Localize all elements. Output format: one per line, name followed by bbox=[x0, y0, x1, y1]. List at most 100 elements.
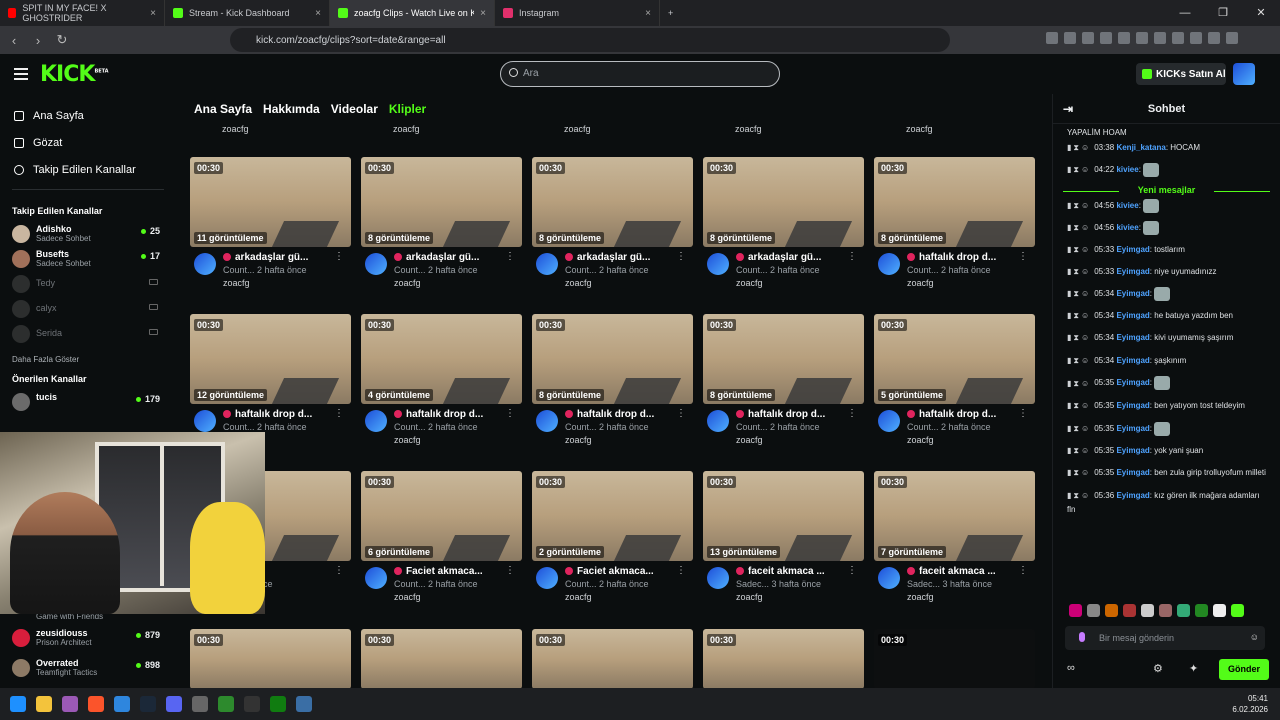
chat-username[interactable]: Eyimgad bbox=[1116, 424, 1149, 433]
show-more-link[interactable]: Daha Fazla Göster bbox=[0, 347, 176, 372]
url-field[interactable]: kick.com/zoacfg/clips?sort=date&range=al… bbox=[230, 28, 950, 52]
channel-avatar[interactable] bbox=[707, 253, 729, 275]
mod-tools-icon[interactable]: ▮⧗☺ bbox=[1067, 491, 1091, 500]
more-options-icon[interactable]: ⋮ bbox=[1018, 408, 1028, 419]
clip-thumbnail[interactable]: 00:30 8 görüntüleme bbox=[874, 157, 1035, 247]
browser-tab-3[interactable]: zoacfg Clips - Watch Live on Kick × bbox=[330, 0, 495, 26]
xbox-icon[interactable] bbox=[270, 696, 286, 712]
chat-username[interactable]: kiviee bbox=[1116, 201, 1138, 210]
chat-username[interactable]: Eyimgad bbox=[1116, 491, 1149, 500]
close-tab-icon[interactable]: × bbox=[480, 8, 486, 19]
more-options-icon[interactable]: ⋮ bbox=[676, 565, 686, 576]
emote-icon[interactable] bbox=[1195, 604, 1208, 617]
wallet-icon[interactable] bbox=[1172, 32, 1184, 44]
clip-owner[interactable]: zoacfg bbox=[736, 435, 763, 445]
user-avatar[interactable] bbox=[1233, 63, 1255, 85]
clip-thumbnail[interactable]: 00:30 2 görüntüleme bbox=[532, 471, 693, 561]
followed-channel[interactable]: calyx bbox=[0, 297, 176, 322]
emote-icon[interactable] bbox=[1213, 604, 1226, 617]
clip-card[interactable]: 00:30 8 görüntüleme haftalık drop d... Coun… bbox=[703, 314, 865, 456]
clip-card[interactable]: 00:30 7 görüntüleme faceit akmaca ... Sadec… bbox=[874, 471, 1036, 613]
recommended-channel[interactable]: zeusidiouss Prison Architect 879 bbox=[0, 626, 176, 651]
system-clock[interactable]: 05:41 6.02.2026 bbox=[1232, 693, 1268, 715]
close-tab-icon[interactable]: × bbox=[150, 8, 156, 19]
channel-avatar[interactable] bbox=[878, 567, 900, 589]
app-icon[interactable] bbox=[62, 696, 78, 712]
clip-owner[interactable]: zoacfg bbox=[565, 435, 592, 445]
clip-owner[interactable]: zoacfg bbox=[907, 278, 934, 288]
channel-avatar[interactable] bbox=[707, 410, 729, 432]
mod-tools-icon[interactable]: ▮⧗☺ bbox=[1067, 446, 1091, 455]
chat-username[interactable]: Kenji_katana bbox=[1116, 143, 1165, 152]
followed-channel[interactable]: Adishko Sadece Sohbet 25 bbox=[0, 222, 176, 247]
mod-tools-icon[interactable]: ▮⧗☺ bbox=[1067, 356, 1091, 365]
browser-tab-2[interactable]: Stream - Kick Dashboard × bbox=[165, 0, 330, 26]
sidebar-item-browse[interactable]: Gözat bbox=[0, 129, 176, 156]
more-options-icon[interactable]: ⋮ bbox=[334, 408, 344, 419]
more-options-icon[interactable]: ⋮ bbox=[505, 565, 515, 576]
brave-icon[interactable] bbox=[88, 696, 104, 712]
steam-icon[interactable] bbox=[140, 696, 156, 712]
clip-title[interactable]: arkadaşlar gü... bbox=[223, 252, 333, 263]
app-icon[interactable] bbox=[296, 696, 312, 712]
channel-avatar[interactable] bbox=[365, 253, 387, 275]
more-options-icon[interactable]: ⋮ bbox=[334, 251, 344, 262]
clip-thumbnail[interactable]: 00:30 bbox=[532, 629, 693, 688]
emote-icon[interactable] bbox=[1087, 604, 1100, 617]
channel-avatar[interactable] bbox=[878, 410, 900, 432]
chat-username[interactable]: kiviee bbox=[1116, 165, 1138, 174]
send-button[interactable]: Gönder bbox=[1219, 659, 1269, 680]
close-tab-icon[interactable]: × bbox=[315, 8, 321, 19]
maximize-icon[interactable]: ❐ bbox=[1204, 0, 1242, 26]
more-options-icon[interactable]: ⋮ bbox=[505, 251, 515, 262]
clip-title[interactable]: haftalık drop d... bbox=[907, 409, 1017, 420]
tab-videos[interactable]: Videolar bbox=[331, 102, 378, 116]
emote-icon[interactable] bbox=[1141, 604, 1154, 617]
clip-thumbnail[interactable]: 00:30 bbox=[874, 629, 1035, 688]
recommended-channel[interactable]: tucis 179 bbox=[0, 390, 176, 411]
clip-title[interactable]: arkadaşlar gü... bbox=[394, 252, 504, 263]
browser-tab-4[interactable]: Instagram × bbox=[495, 0, 660, 26]
search-input[interactable]: Ara bbox=[500, 61, 780, 87]
mod-tools-icon[interactable]: ▮⧗☺ bbox=[1067, 201, 1091, 210]
kick-logo[interactable]: KICKBETA bbox=[40, 62, 109, 87]
clip-title[interactable]: haftalık drop d... bbox=[223, 409, 333, 420]
back-icon[interactable]: ‹ bbox=[4, 33, 24, 48]
clip-thumbnail[interactable]: 00:30 6 görüntüleme bbox=[361, 471, 522, 561]
extension-icon[interactable] bbox=[1118, 32, 1130, 44]
chat-username[interactable]: Eyimgad bbox=[1116, 446, 1149, 455]
clip-card[interactable]: 00:30 2 görüntüleme Faciet akmaca... Count.… bbox=[532, 471, 694, 613]
clip-thumbnail[interactable]: 00:30 5 görüntüleme bbox=[874, 314, 1035, 404]
extension-icon[interactable] bbox=[1100, 32, 1112, 44]
clip-card[interactable]: 00:30 6 görüntüleme Faciet akmaca... Count.… bbox=[361, 471, 523, 613]
discord-icon[interactable] bbox=[166, 696, 182, 712]
clip-owner[interactable]: zoacfg bbox=[394, 435, 421, 445]
mod-tools-icon[interactable]: ▮⧗☺ bbox=[1067, 223, 1091, 232]
chat-username[interactable]: Eyimgad bbox=[1116, 401, 1149, 410]
clip-thumbnail[interactable]: 00:30 8 görüntüleme bbox=[532, 314, 693, 404]
clip-card[interactable]: 00:30 8 görüntüleme haftalık drop d... Coun… bbox=[874, 157, 1036, 299]
channel-avatar[interactable] bbox=[194, 410, 216, 432]
mod-tools-icon[interactable]: ▮⧗☺ bbox=[1067, 289, 1091, 298]
clip-card[interactable]: 00:30 5 görüntüleme haftalık drop d... Coun… bbox=[874, 314, 1036, 456]
clip-title[interactable]: haftalık drop d... bbox=[565, 409, 675, 420]
extension-icon[interactable] bbox=[1046, 32, 1058, 44]
browser-tab-1[interactable]: SPIT IN MY FACE! X GHOSTRIDER × bbox=[0, 0, 165, 26]
chat-username[interactable]: Eyimgad bbox=[1116, 468, 1149, 477]
music-icon[interactable] bbox=[1136, 32, 1148, 44]
clip-title[interactable]: faceit akmaca ... bbox=[736, 566, 846, 577]
clip-thumbnail[interactable]: 00:30 12 görüntüleme bbox=[190, 314, 351, 404]
clip-owner[interactable]: zoacfg bbox=[736, 592, 763, 602]
sidebar-icon[interactable] bbox=[1154, 32, 1166, 44]
channel-avatar[interactable] bbox=[878, 253, 900, 275]
chat-username[interactable]: Eyimgad bbox=[1116, 289, 1149, 298]
emote-icon[interactable] bbox=[1177, 604, 1190, 617]
channel-avatar[interactable] bbox=[536, 410, 558, 432]
followed-channel[interactable]: Tedy bbox=[0, 272, 176, 297]
followed-channel[interactable]: Serida bbox=[0, 322, 176, 347]
channel-avatar[interactable] bbox=[707, 567, 729, 589]
clip-title[interactable]: haftalık drop d... bbox=[907, 252, 1017, 263]
clip-thumbnail[interactable]: 00:30 8 görüntüleme bbox=[703, 157, 864, 247]
more-options-icon[interactable]: ⋮ bbox=[847, 408, 857, 419]
clip-card[interactable]: 00:30 8 görüntüleme arkadaşlar gü... Count.… bbox=[361, 157, 523, 299]
